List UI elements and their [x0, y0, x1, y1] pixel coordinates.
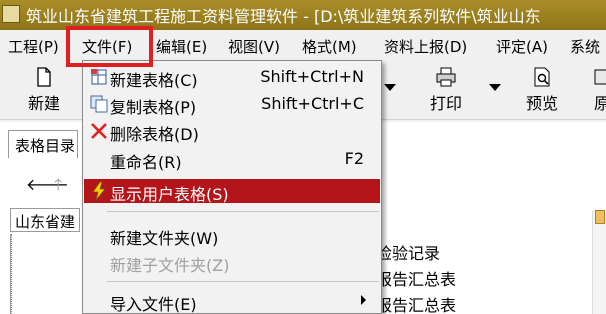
- highlight-box: [66, 26, 153, 67]
- tab-table-directory[interactable]: 表格目录: [8, 130, 78, 158]
- menu-item-label: 重命名(R): [110, 153, 182, 172]
- menu-item-show-user-tables[interactable]: 显示用户表格(S): [84, 179, 380, 204]
- menu-item-rename[interactable]: 重命名(R) F2: [84, 147, 380, 172]
- menu-project[interactable]: 工程(P): [8, 36, 59, 57]
- list-item[interactable]: 检验记录: [376, 240, 440, 264]
- menu-item-label: 删除表格(D): [110, 125, 199, 144]
- menu-edit[interactable]: 编辑(E): [156, 36, 207, 57]
- menu-item-label: 导入文件(E): [110, 295, 197, 314]
- extra-tool-button[interactable]: 原: [592, 66, 606, 114]
- menu-item-shortcut: F2: [344, 149, 364, 168]
- menu-separator: [107, 211, 379, 212]
- list-item[interactable]: 报告汇总表: [376, 266, 456, 290]
- menu-separator: [107, 281, 379, 282]
- menu-item-label: 新建表格(C): [110, 71, 198, 90]
- preview-button[interactable]: 预览: [522, 66, 562, 114]
- window-title: 筑业山东省建筑工程施工资料管理软件 - [D:\筑业建筑系列软件\筑业山东: [26, 7, 541, 26]
- menu-item-label: 新建文件夹(W): [110, 229, 219, 248]
- menu-item-new-subfolder: 新建子文件夹(Z): [84, 250, 380, 275]
- toolbar-dropdown-arrow[interactable]: [384, 84, 396, 91]
- menu-item-label: 复制表格(P): [110, 98, 197, 117]
- menu-item-import-file[interactable]: 导入文件(E): [84, 289, 380, 314]
- print-button[interactable]: 打印: [426, 66, 466, 114]
- menu-item-label: 显示用户表格(S): [110, 185, 229, 204]
- tree-view[interactable]: [10, 234, 80, 314]
- up-arrow-icon[interactable]: 🡑: [54, 174, 62, 201]
- app-icon: [2, 5, 20, 23]
- menu-system[interactable]: 系统: [570, 36, 600, 57]
- file-menu-dropdown: 新建表格(C) Shift+Ctrl+N 复制表格(P) Shift+Ctrl+…: [82, 60, 382, 314]
- address-field[interactable]: 山东省建: [10, 208, 80, 232]
- submenu-arrow-icon: [361, 295, 366, 305]
- new-button[interactable]: 新建: [24, 66, 64, 114]
- menu-item-new-folder[interactable]: 新建文件夹(W): [84, 223, 380, 248]
- menu-data-report[interactable]: 资料上报(D): [384, 36, 467, 57]
- new-button-label: 新建: [27, 94, 60, 113]
- tree-connector-line: [11, 234, 12, 314]
- nav-row: 🡐 🡑: [8, 162, 88, 202]
- preview-button-label: 预览: [525, 94, 558, 113]
- scrollbar[interactable]: [592, 210, 606, 314]
- delete-x-icon: [91, 123, 107, 139]
- menu-item-label: 新建子文件夹(Z): [110, 256, 230, 275]
- tool-icon: [594, 69, 606, 85]
- new-table-icon: [91, 69, 107, 85]
- preview-icon: [534, 67, 550, 87]
- menu-item-shortcut: Shift+Ctrl+C: [261, 94, 364, 113]
- extra-tool-label: 原: [593, 94, 606, 113]
- scrollbar-thumb[interactable]: [595, 210, 605, 224]
- print-button-label: 打印: [429, 94, 462, 113]
- menu-item-delete-table[interactable]: 删除表格(D): [84, 119, 380, 144]
- back-arrow-icon[interactable]: 🡐: [26, 174, 69, 194]
- list-item[interactable]: 报告汇总表: [376, 292, 456, 314]
- copy-table-icon: [90, 95, 108, 113]
- print-dropdown-arrow[interactable]: [489, 84, 501, 91]
- menu-item-copy-table[interactable]: 复制表格(P) Shift+Ctrl+C: [84, 92, 380, 117]
- new-document-icon: [37, 67, 51, 87]
- printer-icon: [436, 67, 456, 87]
- lightning-icon: [92, 181, 106, 201]
- menu-view[interactable]: 视图(V): [228, 36, 280, 57]
- menu-item-shortcut: Shift+Ctrl+N: [260, 67, 364, 86]
- menu-format[interactable]: 格式(M): [302, 36, 357, 57]
- menu-item-new-table[interactable]: 新建表格(C) Shift+Ctrl+N: [84, 65, 380, 90]
- menu-evaluate[interactable]: 评定(A): [496, 36, 548, 57]
